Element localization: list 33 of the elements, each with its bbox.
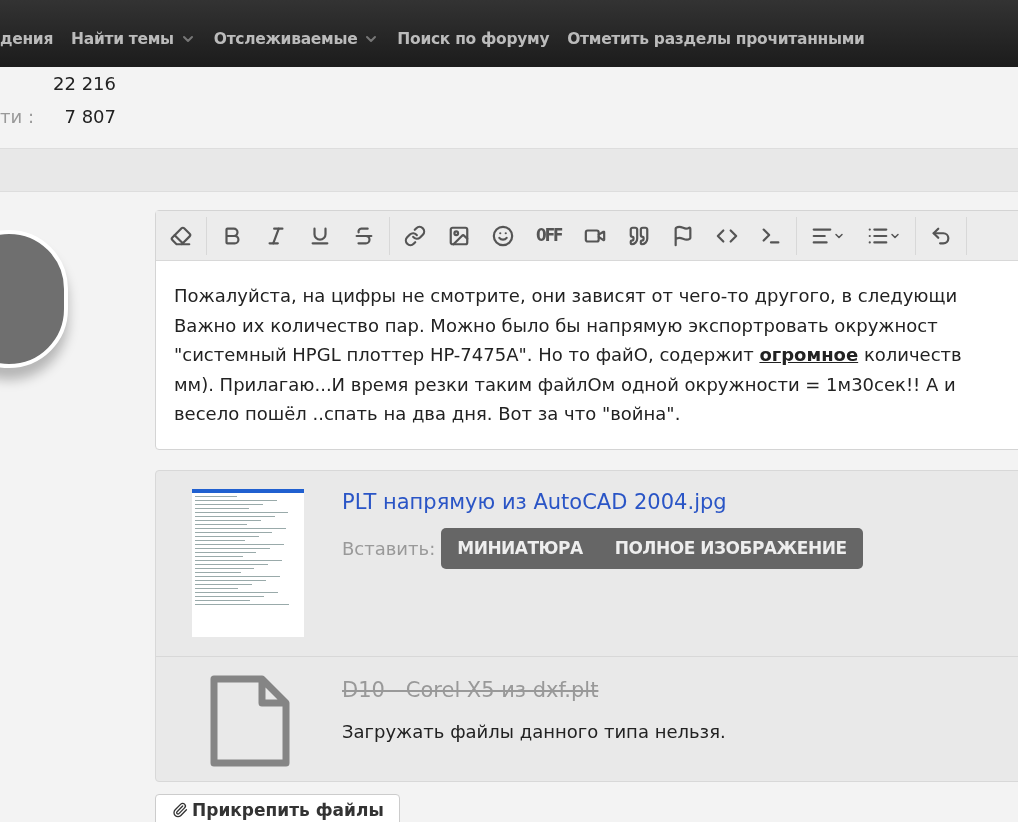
- stat-label: ти :: [0, 105, 35, 129]
- nav-link[interactable]: Отметить разделы прочитанными: [567, 27, 865, 51]
- stat-value: 22 216: [52, 72, 116, 96]
- paperclip-icon: [172, 801, 188, 818]
- error-message: Загружать файлы данного типа нельзя.: [342, 720, 726, 744]
- file-icon: [210, 674, 290, 767]
- attach-files-button[interactable]: Прикрепить файлы: [155, 793, 400, 822]
- quote-icon: [627, 224, 650, 247]
- attachment-filename: D10 - Corel-X5 из dxf.plt: [342, 676, 600, 704]
- nav-link[interactable]: Отслеживаемые: [213, 27, 358, 51]
- insert-option-button[interactable]: ПОЛНОЕ ИЗОБРАЖЕНИЕ: [614, 535, 847, 562]
- insert-label: Вставить:: [342, 537, 436, 561]
- message-text-line: "системный HPGL плоттер HP-7475A". Но то файО, содержит огромное количеств: [174, 343, 963, 367]
- bbcode-off-button[interactable]: 0FF: [536, 222, 562, 249]
- nav-link[interactable]: Поиск по форуму: [397, 27, 550, 51]
- link-icon: [404, 224, 426, 247]
- message-text-line: весело пошёл ..спать на два дня. Вот за что "война".: [174, 402, 682, 426]
- nav-link[interactable]: Найти темы: [71, 27, 174, 51]
- link-button[interactable]: [404, 224, 426, 247]
- insert-option-button[interactable]: МИНИАТЮРА: [457, 535, 583, 562]
- message-text-line: Пожалуйста, на цифры не смотрите, они зависят от чего-то другого, в следующи: [174, 284, 959, 308]
- message-text-line: мм). Прилагаю...И время резки таким файлОм одной окружности = 1м30сек!! А и: [174, 372, 957, 397]
- image-icon: [448, 224, 470, 247]
- quote-button[interactable]: [627, 224, 650, 247]
- nav-link[interactable]: дения: [0, 27, 54, 51]
- eraser-icon: [170, 224, 192, 247]
- eraser-button[interactable]: [170, 224, 192, 247]
- message-text-line: Важно их количество пар. Можно было бы напрямую экспортровать окружност: [174, 313, 939, 338]
- stat-value: 7 807: [63, 105, 116, 129]
- attachment-link[interactable]: PLT напрямую из AutoCAD 2004.jpg: [342, 486, 863, 518]
- smiley-button[interactable]: [492, 224, 514, 247]
- image-button[interactable]: [448, 224, 470, 247]
- smiley-icon: [492, 224, 514, 247]
